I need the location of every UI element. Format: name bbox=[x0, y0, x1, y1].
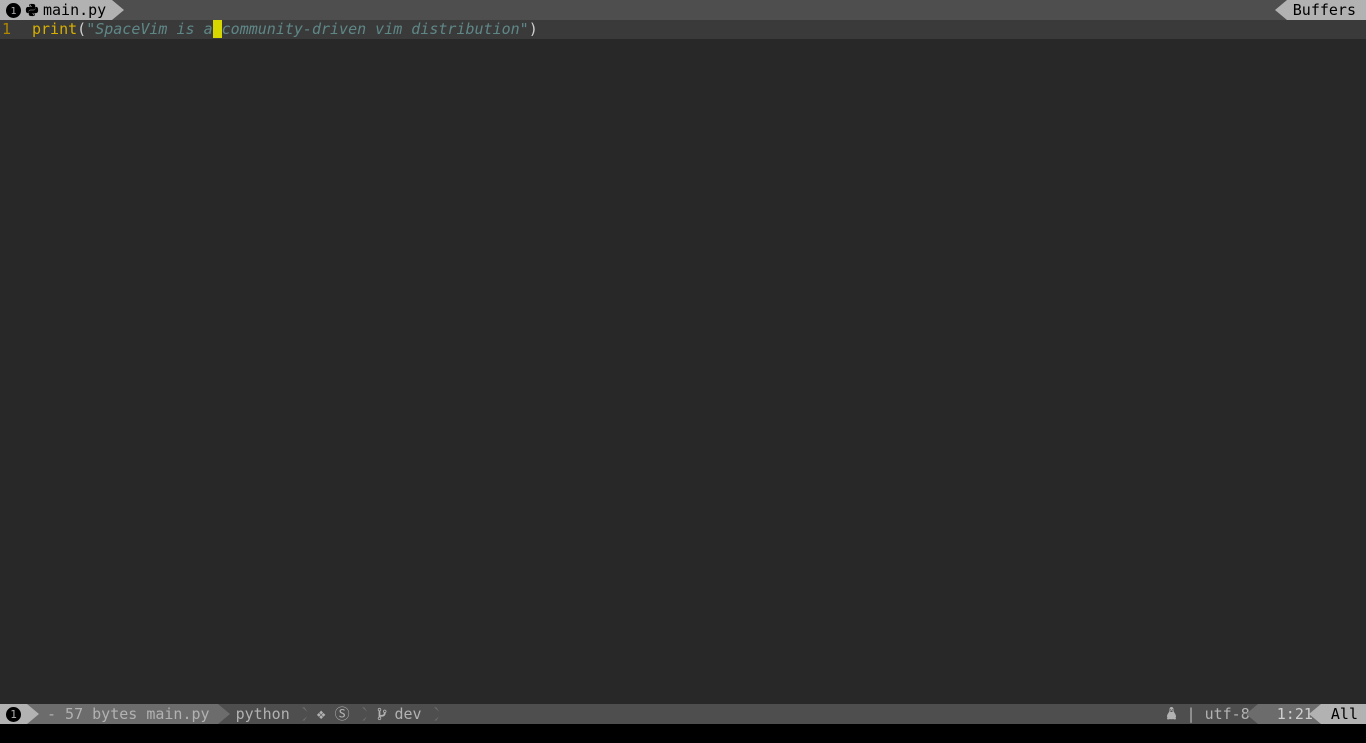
code-content: print("SpaceVim is a community-driven vi… bbox=[32, 20, 538, 39]
status-line: 1 - 57 bytes main.py python ❯ ❖ Ⓢ ❯ dev … bbox=[0, 704, 1366, 724]
tab-main-py[interactable]: 1 main.py bbox=[0, 0, 112, 20]
buffers-label[interactable]: Buffers bbox=[1287, 0, 1366, 20]
status-checker: ❖ Ⓢ bbox=[313, 704, 358, 724]
status-window-number: 1 bbox=[0, 704, 27, 724]
python-icon bbox=[25, 3, 39, 17]
tab-filename: main.py bbox=[43, 1, 106, 20]
git-branch-icon bbox=[377, 707, 389, 721]
status-percent: All bbox=[1321, 704, 1366, 724]
linux-icon bbox=[1165, 707, 1178, 721]
editor-area[interactable] bbox=[0, 39, 1366, 704]
editor-line-1[interactable]: 1 print("SpaceVim is a community-driven … bbox=[0, 20, 1366, 39]
svg-text:1: 1 bbox=[10, 6, 16, 17]
tab-number-icon: 1 bbox=[6, 3, 21, 18]
status-git: dev bbox=[373, 704, 430, 724]
tab-bar: 1 main.py Buffers bbox=[0, 0, 1366, 20]
status-encoding: | utf-8 bbox=[1157, 704, 1258, 724]
status-filetype: python bbox=[218, 704, 298, 724]
line-number: 1 bbox=[0, 20, 32, 39]
cursor bbox=[213, 20, 222, 38]
command-line[interactable] bbox=[0, 724, 1366, 743]
status-file-info: - 57 bytes main.py bbox=[27, 704, 218, 724]
